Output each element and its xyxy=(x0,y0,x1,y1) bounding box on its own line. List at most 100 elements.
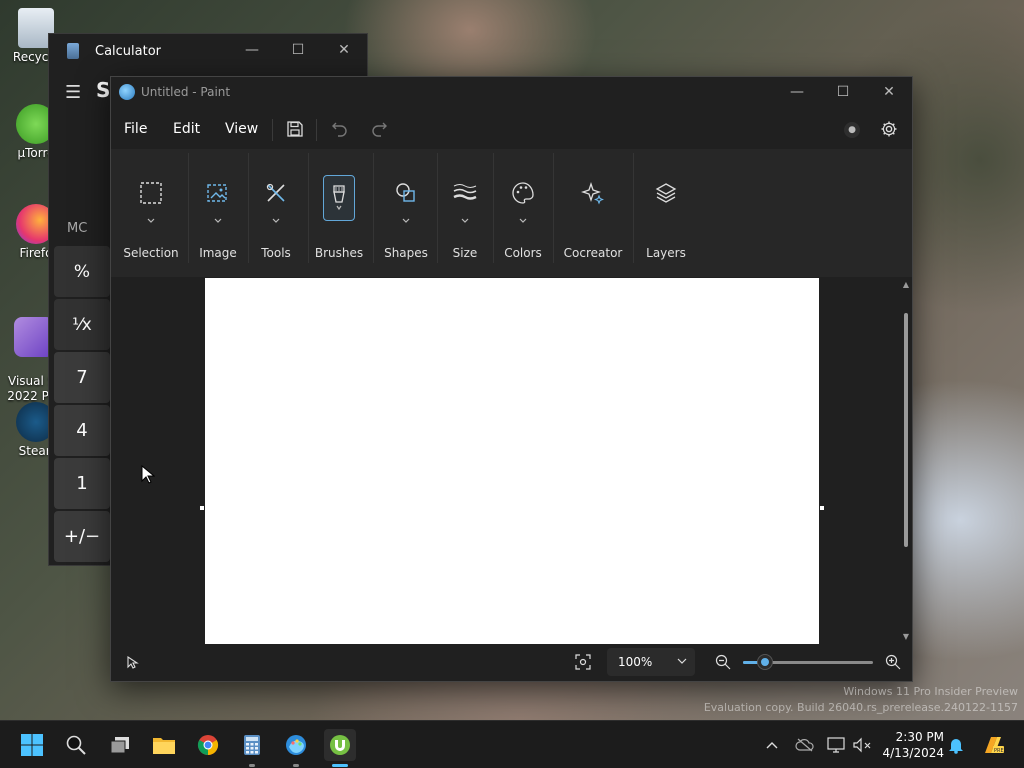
reciprocal-key[interactable]: ¹⁄x xyxy=(54,299,110,350)
svg-text:PRE: PRE xyxy=(994,748,1004,754)
digit-4-key[interactable]: 4 xyxy=(54,405,110,456)
ribbon-separator xyxy=(308,153,309,263)
scrollbar-thumb[interactable] xyxy=(904,313,908,547)
ribbon-separator xyxy=(437,153,438,263)
ribbon-label: Selection xyxy=(123,246,179,260)
start-button[interactable] xyxy=(16,729,48,761)
clock-time: 2:30 PM xyxy=(895,730,944,744)
paint-title: Untitled - Paint xyxy=(141,85,231,99)
menu-bar: File Edit View ● xyxy=(111,113,912,145)
ribbon-label: Cocreator xyxy=(563,246,623,260)
folder-icon xyxy=(153,738,175,754)
close-icon[interactable]: ✕ xyxy=(321,34,367,66)
menu-separator xyxy=(272,119,273,141)
size-icon xyxy=(449,177,481,209)
search-button[interactable] xyxy=(60,729,92,761)
ribbon-group-cocreator[interactable]: Cocreator xyxy=(557,149,629,267)
ribbon-group-brushes[interactable]: Brushes xyxy=(311,149,367,267)
maximize-icon[interactable]: ☐ xyxy=(820,77,866,107)
show-hidden-icons-chevron-up-icon[interactable] xyxy=(762,735,782,755)
taskbar-paint[interactable] xyxy=(280,729,312,767)
menu-file[interactable]: File xyxy=(124,121,147,137)
network-volume-icon[interactable] xyxy=(852,735,872,755)
ribbon-separator xyxy=(188,153,189,263)
tools-icon xyxy=(260,177,292,209)
display-icon[interactable] xyxy=(826,735,846,755)
ribbon-label: Brushes xyxy=(314,246,364,260)
percent-key[interactable]: % xyxy=(54,246,110,297)
fit-to-window-icon[interactable] xyxy=(575,654,591,674)
minimize-icon[interactable]: — xyxy=(229,34,275,66)
save-icon[interactable] xyxy=(284,118,306,140)
digit-1-key[interactable]: 1 xyxy=(54,458,110,509)
ribbon-separator xyxy=(553,153,554,263)
vertical-scrollbar[interactable]: ▲ ▼ xyxy=(900,277,912,645)
zoom-level: 100% xyxy=(618,655,653,669)
zoom-dropdown[interactable]: 100% xyxy=(607,648,695,676)
chevron-down-icon xyxy=(677,654,687,668)
minimize-icon[interactable]: — xyxy=(774,77,820,107)
ribbon-label: Image xyxy=(199,246,237,260)
paint-icon xyxy=(286,735,306,755)
redo-icon[interactable] xyxy=(368,118,390,140)
canvas-resize-handle-right[interactable] xyxy=(820,506,824,510)
hamburger-menu-icon[interactable]: ☰ xyxy=(65,82,81,103)
paint-window[interactable]: Untitled - Paint — ☐ ✕ File Edit View ● … xyxy=(110,76,913,682)
scroll-up-arrow-icon[interactable]: ▲ xyxy=(901,281,911,289)
close-icon[interactable]: ✕ xyxy=(866,77,912,107)
undo-icon[interactable] xyxy=(329,118,351,140)
negate-key[interactable]: +/− xyxy=(54,511,110,562)
menu-view[interactable]: View xyxy=(225,121,258,137)
shapes-icon xyxy=(390,177,422,209)
onedrive-offline-icon[interactable] xyxy=(795,735,815,755)
selection-icon xyxy=(135,177,167,209)
chevron-down-icon xyxy=(402,209,410,228)
zoom-out-icon[interactable] xyxy=(715,654,731,674)
taskbar-utorrent[interactable] xyxy=(324,729,356,767)
calculator-app-icon xyxy=(67,43,79,59)
zoom-slider[interactable] xyxy=(743,655,873,669)
menu-separator xyxy=(316,119,317,141)
ribbon-group-image[interactable]: Image xyxy=(191,149,245,267)
canvas-resize-handle-left[interactable] xyxy=(200,506,204,510)
chevron-down-icon xyxy=(461,209,469,228)
ribbon-group-size[interactable]: Size xyxy=(441,149,489,267)
drawing-canvas[interactable] xyxy=(205,278,819,644)
ribbon-separator xyxy=(248,153,249,263)
system-clock[interactable]: 2:30 PM 4/13/2024 xyxy=(880,729,944,761)
account-icon[interactable]: ● xyxy=(844,122,860,138)
layers-icon xyxy=(650,177,682,209)
ribbon-label: Layers xyxy=(646,246,686,260)
ribbon-label: Size xyxy=(452,246,478,260)
zoom-slider-knob[interactable] xyxy=(758,655,773,669)
active-indicator xyxy=(332,764,348,767)
taskbar-chrome[interactable] xyxy=(192,729,224,761)
palette-icon xyxy=(507,177,539,209)
ribbon-group-colors[interactable]: Colors xyxy=(497,149,549,267)
scroll-down-arrow-icon[interactable]: ▼ xyxy=(901,633,911,641)
digit-7-key[interactable]: 7 xyxy=(54,352,110,403)
ribbon-separator xyxy=(633,153,634,263)
taskbar-file-explorer[interactable] xyxy=(148,729,180,761)
menu-edit[interactable]: Edit xyxy=(173,121,200,137)
ribbon-label: Tools xyxy=(261,246,291,260)
taskbar-calculator[interactable] xyxy=(236,729,268,767)
memory-clear-button[interactable]: MC xyxy=(67,221,87,236)
zoom-in-icon[interactable] xyxy=(885,654,901,674)
ribbon-group-selection[interactable]: Selection xyxy=(119,149,183,267)
ribbon-group-shapes[interactable]: Shapes xyxy=(375,149,437,267)
maximize-icon[interactable]: ☐ xyxy=(275,34,321,66)
status-bar: 100% xyxy=(111,643,912,681)
ribbon-group-layers[interactable]: Layers xyxy=(637,149,695,267)
sparkle-icon xyxy=(577,177,609,209)
image-icon xyxy=(202,177,234,209)
search-icon xyxy=(66,735,86,755)
notification-bell-icon[interactable] xyxy=(946,735,966,755)
task-view-button[interactable] xyxy=(104,729,136,761)
settings-gear-icon[interactable] xyxy=(878,118,900,140)
copilot-icon[interactable]: PRE xyxy=(980,735,1006,755)
ribbon-group-tools[interactable]: Tools xyxy=(251,149,301,267)
pointer-position-icon xyxy=(127,655,139,674)
canvas-workspace[interactable] xyxy=(111,277,901,645)
ribbon-separator xyxy=(493,153,494,263)
